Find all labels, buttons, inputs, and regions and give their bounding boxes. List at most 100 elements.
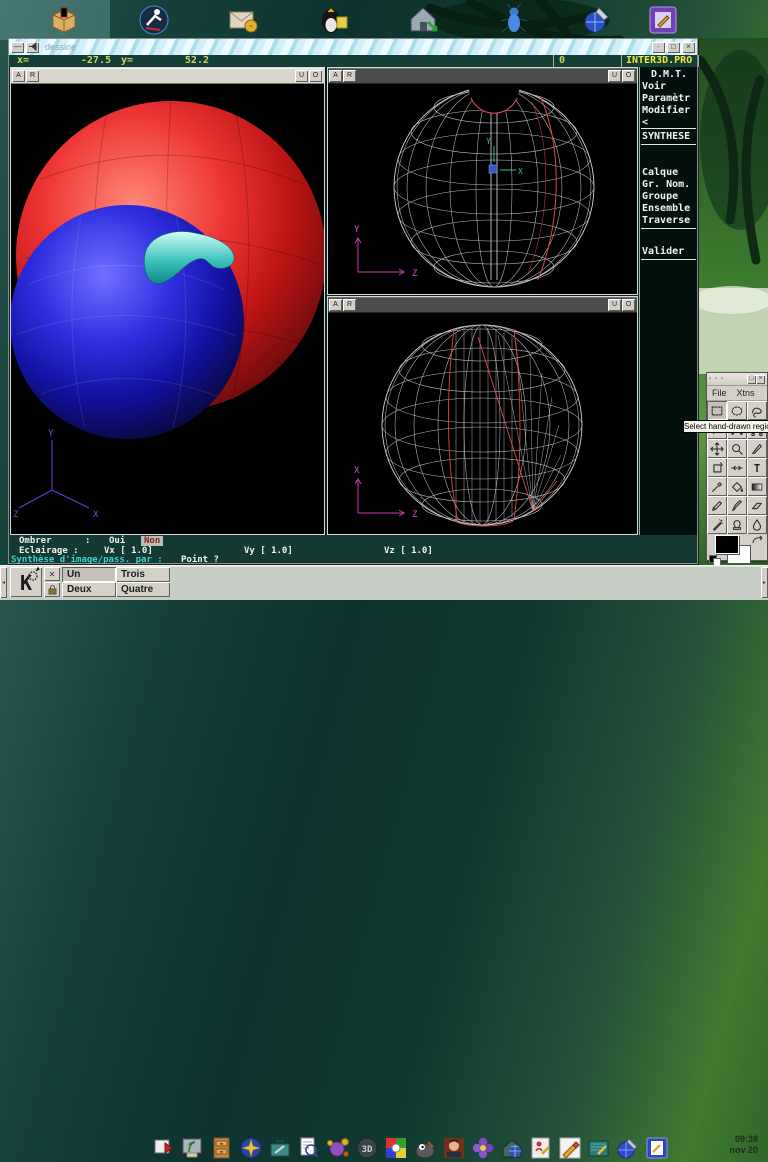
viewport-button-a[interactable]: A — [329, 70, 342, 82]
gimp-close-button[interactable]: × — [756, 375, 765, 384]
gimp-menu-xtns[interactable]: Xtns — [737, 388, 755, 398]
taskbar-icon-toolbox[interactable] — [266, 1134, 294, 1162]
pin-icon[interactable] — [26, 42, 39, 53]
tool-text[interactable]: T — [747, 458, 767, 477]
taskbar-icon-draw[interactable] — [527, 1134, 555, 1162]
tool-pencil[interactable] — [707, 496, 727, 515]
viewport-front[interactable]: A R U O Y — [327, 67, 638, 295]
viewport-button-u[interactable]: U — [295, 70, 308, 82]
window-list-button[interactable]: ✕ — [44, 567, 60, 581]
menu-item-dmt[interactable]: D.M.T. — [642, 69, 696, 80]
viewport-button-r[interactable]: R — [343, 299, 356, 311]
window-menu-button[interactable]: — — [11, 42, 24, 53]
taskbar-icon-pen[interactable] — [556, 1134, 584, 1162]
panel-hide-right[interactable]: ▸ — [761, 567, 768, 598]
desktop-icon-ant[interactable] — [494, 3, 534, 37]
swap-colors-icon[interactable] — [751, 534, 765, 546]
vy-value[interactable]: Vy [ 1.0] — [244, 546, 293, 556]
tool-magnify[interactable] — [727, 439, 747, 458]
taskbar-icon-notebook[interactable] — [585, 1134, 613, 1162]
tool-transform[interactable] — [707, 458, 727, 477]
taskbar-icon-flower[interactable] — [469, 1134, 497, 1162]
taskbar-icon-web-home[interactable] — [498, 1134, 526, 1162]
desktop-icon-mail[interactable] — [224, 3, 264, 37]
viewport-shaded[interactable]: A R U O — [10, 67, 325, 535]
tool-blend[interactable] — [747, 477, 767, 496]
viewport-button-u[interactable]: U — [608, 70, 621, 82]
taskbar-icon-molecule[interactable] — [324, 1134, 352, 1162]
tool-crop[interactable] — [747, 439, 767, 458]
viewport-shaded-header[interactable]: A R U O — [11, 68, 324, 84]
tool-bucket-fill[interactable] — [727, 477, 747, 496]
tool-color-picker[interactable] — [707, 477, 727, 496]
menu-item-parametr[interactable]: Paramètr — [642, 93, 696, 104]
gimp-menu-file[interactable]: File — [712, 388, 727, 398]
menu-item-traverse[interactable]: Traverse — [642, 215, 696, 226]
maximize-button[interactable]: □ — [667, 42, 680, 53]
taskbar-icon-notes[interactable] — [643, 1134, 671, 1162]
tool-flip[interactable] — [727, 458, 747, 477]
pager-desktop-deux[interactable]: Deux — [62, 582, 116, 597]
menu-item-groupe[interactable]: Groupe — [642, 191, 696, 202]
taskbar-icon-colors[interactable] — [382, 1134, 410, 1162]
menu-item-synthese[interactable]: SYNTHESE — [642, 131, 696, 142]
taskbar-icon-find-files[interactable] — [295, 1134, 323, 1162]
tool-free-select[interactable] — [747, 401, 767, 420]
tool-clone[interactable] — [727, 515, 747, 534]
taskbar-icon-gimp[interactable] — [411, 1134, 439, 1162]
viewport-button-o[interactable]: O — [309, 70, 322, 82]
tool-rect-select[interactable] — [707, 401, 727, 420]
desktop-icon-skier[interactable] — [134, 3, 174, 37]
menu-item-valider[interactable]: Valider — [642, 246, 696, 257]
menu-item-calque[interactable]: Calque — [642, 167, 696, 178]
taskbar-icon-globe-pen[interactable] — [614, 1134, 642, 1162]
desktop-icon-purple-note[interactable] — [643, 3, 683, 37]
menu-item-ensemble[interactable]: Ensemble — [642, 203, 696, 214]
viewport-button-r[interactable]: R — [343, 70, 356, 82]
k-menu-button[interactable]: K ▲ — [10, 567, 42, 597]
viewport-button-u[interactable]: U — [608, 299, 621, 311]
window-titlebar[interactable]: — dessine · □ × — [9, 39, 697, 55]
tool-ellipse-select[interactable] — [727, 401, 747, 420]
vz-value[interactable]: Vz [ 1.0] — [384, 546, 433, 556]
menu-item-back[interactable]: < — [642, 117, 696, 128]
ombrer-oui-option[interactable]: Oui — [109, 536, 125, 546]
panel-hide-left[interactable]: ◂ — [0, 567, 7, 598]
viewport-button-a[interactable]: A — [12, 70, 25, 82]
taskbar-icon-logout[interactable] — [150, 1134, 178, 1162]
taskbar-icon-show-desktop[interactable] — [179, 1134, 207, 1162]
tool-paintbrush[interactable] — [727, 496, 747, 515]
gimp-titlebar[interactable]: ▪ ▪ ▪ □ × — [707, 373, 767, 386]
menu-item-gr-nom[interactable]: Gr. Nom. — [642, 179, 696, 190]
shade-button[interactable]: · — [652, 42, 665, 53]
gimp-maximize-button[interactable]: □ — [747, 375, 756, 384]
menu-item-modifier[interactable]: Modifier — [642, 105, 696, 116]
tool-airbrush[interactable] — [707, 515, 727, 534]
viewport-button-r[interactable]: R — [26, 70, 39, 82]
taskbar-icon-compass[interactable] — [237, 1134, 265, 1162]
desktop-icon-package[interactable] — [44, 3, 84, 37]
tool-convolve[interactable] — [747, 515, 767, 534]
lock-screen-button[interactable] — [44, 582, 60, 597]
viewport-front-header[interactable]: A R U O — [328, 68, 637, 84]
pager-desktop-trois[interactable]: Trois — [116, 567, 170, 582]
tool-move[interactable] — [707, 439, 727, 458]
desktop-icon-tux[interactable] — [314, 3, 354, 37]
desktop-icon-home[interactable] — [404, 3, 444, 37]
taskbar-icon-photo[interactable] — [440, 1134, 468, 1162]
viewport-top-header[interactable]: A R U O — [328, 297, 637, 313]
ombrer-non-option[interactable]: Non — [141, 536, 163, 546]
menu-item-voir[interactable]: Voir — [642, 81, 696, 92]
taskbar-icon-3d-app[interactable]: 3D — [353, 1134, 381, 1162]
viewport-button-o[interactable]: O — [622, 299, 635, 311]
close-button[interactable]: × — [682, 42, 695, 53]
vx-value[interactable]: Vx [ 1.0] — [104, 546, 153, 556]
foreground-color-swatch[interactable] — [715, 535, 739, 554]
pager-desktop-quatre[interactable]: Quatre — [116, 582, 170, 597]
pager-desktop-un[interactable]: Un — [62, 567, 116, 582]
taskbar-icon-file-manager[interactable] — [208, 1134, 236, 1162]
viewport-button-a[interactable]: A — [329, 299, 342, 311]
tool-eraser[interactable] — [747, 496, 767, 515]
viewport-top[interactable]: A R U O — [327, 296, 638, 535]
viewport-button-o[interactable]: O — [622, 70, 635, 82]
